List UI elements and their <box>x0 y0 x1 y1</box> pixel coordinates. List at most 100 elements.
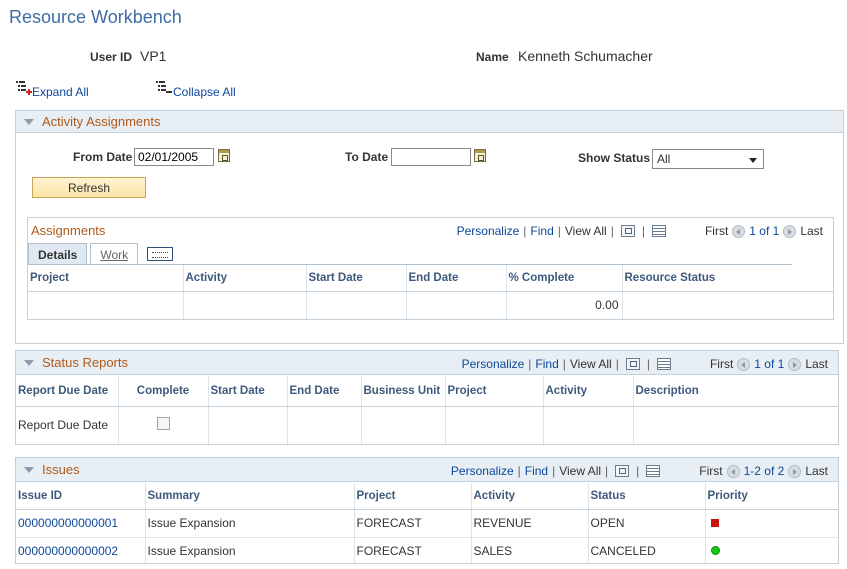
column-header[interactable]: Project <box>354 483 472 510</box>
issues-title: Issues <box>42 462 80 477</box>
next-icon[interactable] <box>783 224 797 238</box>
complete-checkbox[interactable] <box>156 417 170 431</box>
assignments-title: Assignments <box>31 223 106 238</box>
activity-cell <box>183 290 307 319</box>
chevron-down-icon <box>749 158 757 163</box>
user-id-label: User ID <box>90 50 133 64</box>
column-header[interactable]: Activity <box>183 265 307 292</box>
column-header[interactable]: Resource Status <box>622 265 833 292</box>
column-header[interactable]: End Date <box>287 376 362 407</box>
tab-work[interactable]: Work <box>90 243 139 265</box>
column-header[interactable]: Summary <box>145 483 355 510</box>
calendar-icon[interactable] <box>218 149 230 162</box>
issue-id-link[interactable]: 000000000000002 <box>18 544 118 558</box>
column-header[interactable]: Issue ID <box>16 483 146 510</box>
column-header[interactable]: Priority <box>705 483 838 510</box>
status-reports-grid-nav: Personalize | Find | View All | | First 1 o… <box>461 357 828 371</box>
column-header[interactable]: Activity <box>471 483 589 510</box>
start-date-cell <box>306 290 407 319</box>
collapse-all-link[interactable]: Collapse All <box>173 85 236 99</box>
issues-header[interactable]: Issues Personalize | Find | View All | | Fi… <box>16 458 838 482</box>
collapse-triangle-icon[interactable] <box>24 466 34 473</box>
column-header[interactable]: Start Date <box>306 265 407 292</box>
download-icon[interactable] <box>656 358 671 370</box>
from-date-input[interactable] <box>134 148 214 166</box>
collapse-triangle-icon[interactable] <box>24 118 34 125</box>
assignments-grid: Assignments Personalize | Find | View All |… <box>27 217 834 320</box>
zoom-icon[interactable] <box>620 225 635 237</box>
previous-icon[interactable] <box>726 464 740 478</box>
view-all-link[interactable]: View All <box>570 357 612 371</box>
assignments-grid-nav: Personalize | Find | View All | | First 1 o… <box>456 224 823 238</box>
column-header[interactable]: Report Due Date <box>16 376 119 407</box>
calendar-icon[interactable] <box>474 149 486 162</box>
collapse-all-icon[interactable] <box>156 81 172 95</box>
refresh-button[interactable]: Refresh <box>32 177 146 198</box>
issue-id-link[interactable]: 000000000000001 <box>18 516 118 530</box>
expand-all-link[interactable]: Expand All <box>32 85 89 99</box>
zoom-icon[interactable] <box>615 465 630 477</box>
page-title: Resource Workbench <box>9 7 182 27</box>
download-icon[interactable] <box>646 465 661 477</box>
personalize-link[interactable]: Personalize <box>462 357 525 371</box>
priority-low-icon <box>710 546 720 556</box>
show-all-columns-icon[interactable] <box>147 247 174 261</box>
previous-icon[interactable] <box>732 224 746 238</box>
column-header[interactable]: Business Unit <box>361 376 446 407</box>
column-header[interactable]: Complete <box>118 376 209 407</box>
show-status-value: All <box>657 152 671 166</box>
previous-icon[interactable] <box>737 357 751 371</box>
personalize-link[interactable]: Personalize <box>457 224 520 238</box>
find-link[interactable]: Find <box>525 464 548 478</box>
column-header[interactable]: Status <box>588 483 706 510</box>
find-link[interactable]: Find <box>530 224 553 238</box>
show-status-label: Show Status <box>578 151 651 165</box>
from-date-label: From Date <box>73 150 133 164</box>
download-icon[interactable] <box>651 225 666 237</box>
page-count: 1-2 of 2 <box>743 464 785 478</box>
issues-section: Issues Personalize | Find | View All | | Fi… <box>15 457 839 565</box>
table-row: 000000000000002 Issue Expansion FORECAST… <box>16 536 838 565</box>
assignments-table: Project Activity Start Date End Date % C… <box>28 265 833 319</box>
collapse-triangle-icon[interactable] <box>24 359 34 366</box>
last-label: Last <box>800 224 823 238</box>
next-icon[interactable] <box>788 357 802 371</box>
status-reports-header[interactable]: Status Reports Personalize | Find | View A… <box>16 351 838 375</box>
tab-details[interactable]: Details <box>28 243 88 265</box>
to-date-input[interactable] <box>391 148 471 166</box>
end-date-cell <box>406 290 507 319</box>
resource-status-cell <box>622 290 833 319</box>
issues-grid-nav: Personalize | Find | View All | | First 1-2… <box>450 464 828 478</box>
column-header[interactable]: Project <box>28 265 184 292</box>
column-header[interactable]: Start Date <box>208 376 288 407</box>
show-status-select[interactable]: All <box>652 149 764 169</box>
activity-cell: REVENUE <box>471 508 589 537</box>
report-due-date-cell: Report Due Date <box>16 405 119 444</box>
status-reports-section: Status Reports Personalize | Find | View A… <box>15 350 839 445</box>
next-icon[interactable] <box>788 464 802 478</box>
zoom-icon[interactable] <box>625 358 640 370</box>
view-all-link[interactable]: View All <box>559 464 601 478</box>
table-row: Report Due Date <box>16 405 838 444</box>
page-count: 1 of 1 <box>754 357 785 371</box>
column-header[interactable]: End Date <box>406 265 507 292</box>
name-label: Name <box>476 50 509 64</box>
column-header[interactable]: % Complete <box>506 265 623 292</box>
project-cell: FORECAST <box>354 508 472 537</box>
expand-all-icon[interactable] <box>16 81 32 95</box>
column-header[interactable]: Project <box>445 376 544 407</box>
column-header[interactable]: Description <box>633 376 838 407</box>
find-link[interactable]: Find <box>535 357 558 371</box>
view-all-link[interactable]: View All <box>565 224 607 238</box>
status-cell: CANCELED <box>588 536 706 565</box>
issues-table: Issue ID Summary Project Activity Status… <box>16 483 838 565</box>
personalize-link[interactable]: Personalize <box>451 464 514 478</box>
first-label: First <box>704 224 729 238</box>
activity-cell: SALES <box>471 536 589 565</box>
activity-assignments-header[interactable]: Activity Assignments <box>16 111 843 133</box>
percent-complete-cell: 0.00 <box>506 290 623 319</box>
status-reports-title: Status Reports <box>42 355 128 370</box>
first-label: First <box>709 357 734 371</box>
column-header[interactable]: Activity <box>543 376 634 407</box>
project-cell <box>28 290 184 319</box>
